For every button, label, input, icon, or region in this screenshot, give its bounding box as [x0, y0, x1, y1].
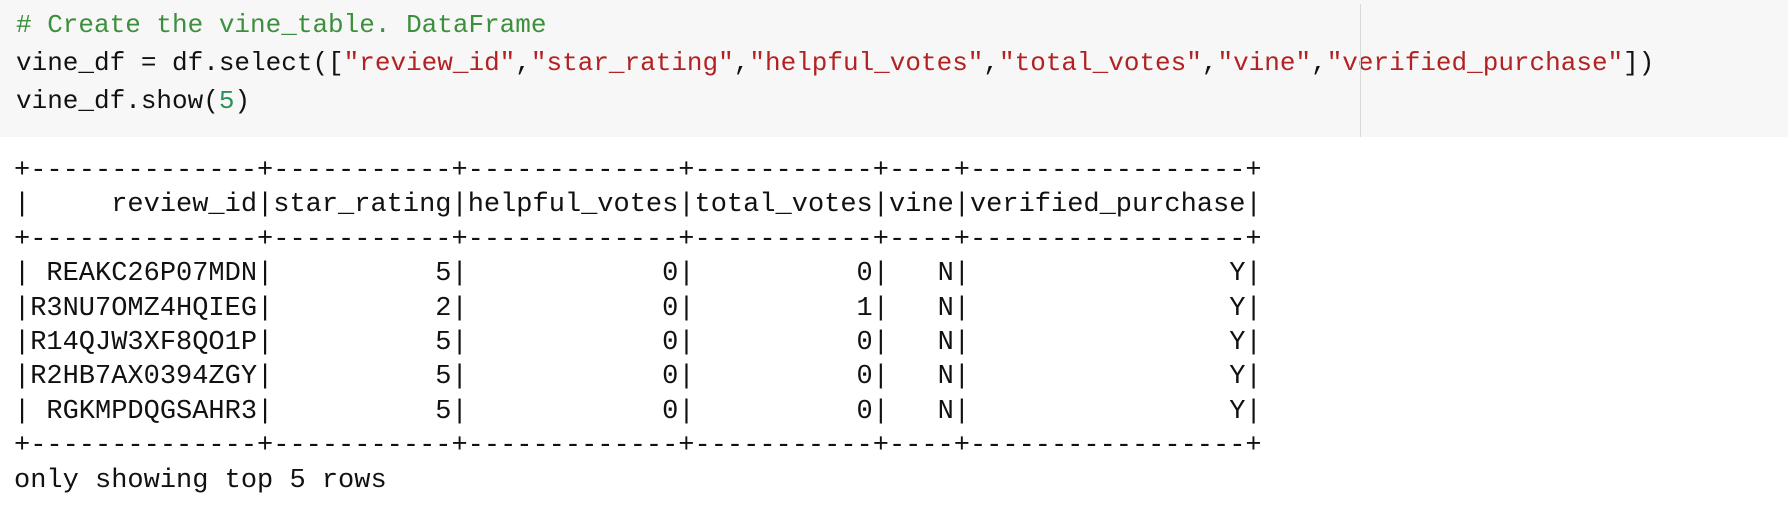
code-cell[interactable]: # Create the vine_table. DataFrame vine_… [0, 0, 1788, 137]
table-cell: 5 [273, 259, 452, 290]
table-row: |R2HB7AX0394ZGY| 5| 0| 0| N| Y| [14, 362, 1262, 393]
table-cell: Y [969, 259, 1246, 290]
table-cell: total_votes [694, 190, 873, 221]
line-length-ruler [1360, 4, 1361, 137]
table-cell: 0 [694, 362, 873, 393]
table-row: |R14QJW3XF8QO1P| 5| 0| 0| N| Y| [14, 328, 1262, 359]
table-cell: Y [969, 362, 1246, 393]
select-arg-total-votes: "total_votes" [999, 48, 1202, 78]
table-cell: R2HB7AX0394ZGY [30, 362, 258, 393]
table-cell: Y [969, 328, 1246, 359]
show-call-prefix: vine_df.show( [16, 86, 219, 116]
table-cell: 5 [273, 396, 452, 427]
table-cell: helpful_votes [467, 190, 679, 221]
table-cell: N [888, 328, 954, 359]
table-cell: 0 [467, 328, 679, 359]
table-cell: review_id [30, 190, 258, 221]
arg-separator: , [1311, 48, 1327, 78]
select-call-prefix: vine_df = df.select([ [16, 48, 344, 78]
select-arg-review-id: "review_id" [343, 48, 516, 78]
code-line-show: vine_df.show(5) [16, 82, 1788, 120]
table-header-row: | review_id|star_rating|helpful_votes|to… [14, 190, 1262, 221]
table-cell: Y [969, 396, 1246, 427]
table-border: +--------------+-----------+------------… [14, 156, 1262, 186]
table-cell: 2 [273, 293, 452, 324]
table-cell: 0 [467, 259, 679, 290]
table-cell: 1 [694, 293, 873, 324]
select-arg-helpful-votes: "helpful_votes" [749, 48, 984, 78]
table-cell: 0 [694, 259, 873, 290]
table-cell: 0 [467, 293, 679, 324]
table-cell: 5 [273, 328, 452, 359]
table-cell: verified_purchase [969, 190, 1246, 221]
table-cell: 0 [694, 396, 873, 427]
show-call-suffix: ) [234, 86, 251, 116]
arg-separator: , [515, 48, 531, 78]
table-cell: vine [888, 190, 954, 221]
code-line-comment: # Create the vine_table. DataFrame [16, 6, 1788, 44]
arg-separator: , [733, 48, 750, 78]
table-cell: R14QJW3XF8QO1P [30, 328, 258, 359]
table-cell: Y [969, 293, 1246, 324]
table-cell: 0 [467, 362, 679, 393]
code-line-select: vine_df = df.select(["review_id","star_r… [16, 44, 1788, 82]
show-arg-count: 5 [218, 86, 235, 116]
arg-separator: , [1201, 48, 1218, 78]
table-cell: star_rating [273, 190, 452, 221]
select-arg-vine: "vine" [1217, 48, 1312, 78]
table-cell: N [888, 293, 954, 324]
table-cell: R3NU7OMZ4HQIEG [30, 293, 258, 324]
table-cell: 0 [467, 396, 679, 427]
cell-output-table: +--------------+-----------+------------… [14, 154, 1262, 498]
table-cell: 5 [273, 362, 452, 393]
output-footer: only showing top 5 rows [14, 465, 387, 496]
table-cell: N [888, 362, 954, 393]
table-cell: RGKMPDQGSAHR3 [30, 396, 258, 427]
code-comment: # Create the vine_table. DataFrame [16, 10, 547, 40]
table-cell: N [888, 396, 954, 427]
table-cell: 0 [694, 328, 873, 359]
arg-separator: , [983, 48, 1000, 78]
select-arg-verified-purchase: "verified_purchase" [1326, 48, 1624, 78]
table-row: |R3NU7OMZ4HQIEG| 2| 0| 1| N| Y| [14, 293, 1262, 324]
table-row: | RGKMPDQGSAHR3| 5| 0| 0| N| Y| [14, 396, 1262, 427]
table-cell: N [888, 259, 954, 290]
table-border: +--------------+-----------+------------… [14, 431, 1262, 462]
select-arg-star-rating: "star_rating" [530, 48, 734, 78]
table-border: +--------------+-----------+------------… [14, 224, 1262, 255]
table-row: | REAKC26P07MDN| 5| 0| 0| N| Y| [14, 259, 1262, 290]
select-call-suffix: ]) [1623, 48, 1655, 78]
table-cell: REAKC26P07MDN [30, 259, 258, 290]
